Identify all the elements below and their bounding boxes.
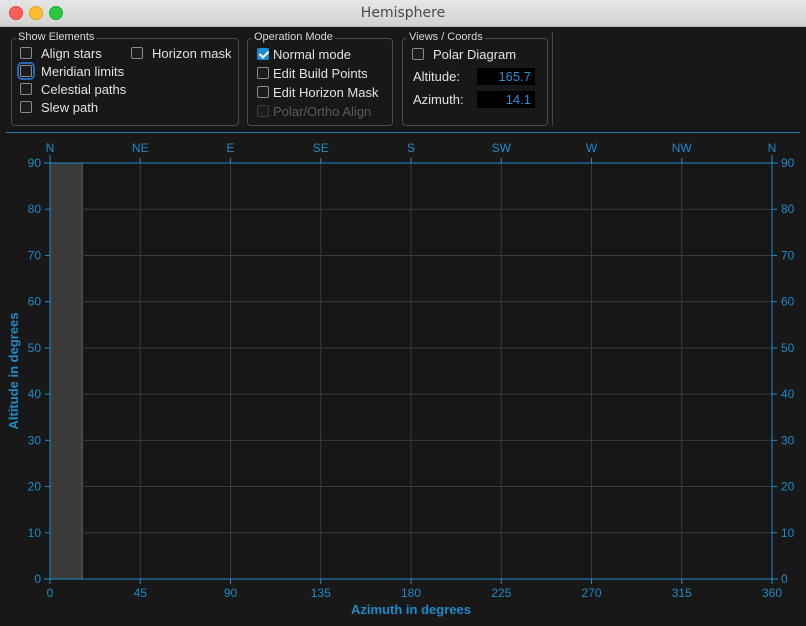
celestial-paths-box[interactable] <box>20 83 32 95</box>
horizon-mask-box[interactable] <box>131 47 143 59</box>
slew-path-checkbox[interactable]: Slew path <box>20 98 98 116</box>
polar-ortho-align-label: Polar/Ortho Align <box>273 103 372 119</box>
compass-label: SE <box>313 141 329 155</box>
compass-label: NW <box>672 141 693 155</box>
y-tick-label-right: 0 <box>781 572 788 586</box>
normal-mode-box[interactable] <box>257 48 269 60</box>
y-tick-label-right: 40 <box>781 387 795 401</box>
y-tick-label-right: 90 <box>781 156 795 170</box>
x-tick-label: 90 <box>224 586 238 600</box>
operation-mode-title: Operation Mode <box>252 31 335 43</box>
toolbar-separator <box>6 132 800 133</box>
y-tick-label-left: 40 <box>28 387 42 401</box>
compass-label: N <box>768 141 777 155</box>
x-tick-label: 0 <box>47 586 54 600</box>
y-axis-title: Altitude in degrees <box>6 312 21 429</box>
title-bar: Hemisphere <box>0 0 806 27</box>
x-tick-label: 270 <box>581 586 601 600</box>
y-tick-label-right: 20 <box>781 480 795 494</box>
x-tick-label: 135 <box>311 586 331 600</box>
polar-diagram-box[interactable] <box>412 48 424 60</box>
azimuth-value: 14.1 <box>477 91 535 108</box>
edit-build-points-checkbox[interactable]: Edit Build Points <box>257 64 368 82</box>
y-tick-label-right: 80 <box>781 202 795 216</box>
edit-build-points-label: Edit Build Points <box>273 65 368 81</box>
compass-label: W <box>586 141 598 155</box>
altitude-value: 165.7 <box>477 68 535 85</box>
compass-label: NE <box>132 141 149 155</box>
y-tick-label-left: 60 <box>28 295 42 309</box>
y-tick-label-right: 60 <box>781 295 795 309</box>
y-tick-label-right: 70 <box>781 248 795 262</box>
show-elements-title: Show Elements <box>16 31 97 43</box>
hemisphere-window: Hemisphere Show Elements Align stars Hor… <box>0 0 806 626</box>
align-stars-checkbox[interactable]: Align stars <box>20 44 102 62</box>
compass-label: N <box>46 141 55 155</box>
plot-area <box>50 163 772 579</box>
views-coords-title: Views / Coords <box>407 31 485 43</box>
meridian-limits-label: Meridian limits <box>41 63 125 79</box>
edit-horizon-mask-label: Edit Horizon Mask <box>273 84 379 100</box>
y-tick-label-right: 50 <box>781 341 795 355</box>
edit-build-points-box[interactable] <box>257 67 269 79</box>
normal-mode-label: Normal mode <box>273 46 352 62</box>
x-tick-label: 180 <box>401 586 421 600</box>
y-tick-label-left: 50 <box>28 341 42 355</box>
celestial-paths-label: Celestial paths <box>41 81 127 97</box>
polar-ortho-align-checkbox: Polar/Ortho Align <box>257 102 371 120</box>
compass-label: S <box>407 141 415 155</box>
altitude-label: Altitude: <box>413 69 460 84</box>
window-title: Hemisphere <box>360 5 446 21</box>
meridian-limits-checkbox[interactable]: Meridian limits <box>17 62 125 80</box>
x-tick-label: 225 <box>491 586 511 600</box>
align-stars-label: Align stars <box>41 45 102 61</box>
y-tick-label-left: 30 <box>28 433 42 447</box>
slew-path-box[interactable] <box>20 101 32 113</box>
edit-horizon-mask-box[interactable] <box>257 86 269 98</box>
y-tick-label-left: 90 <box>28 156 42 170</box>
y-tick-label-left: 70 <box>28 248 42 262</box>
azimuth-label: Azimuth: <box>413 92 464 107</box>
polar-diagram-label: Polar Diagram <box>433 46 517 62</box>
slew-path-label: Slew path <box>41 99 99 115</box>
meridian-band <box>50 163 83 579</box>
compass-label: SW <box>492 141 512 155</box>
x-axis-title: Azimuth in degrees <box>351 602 471 617</box>
compass-label: E <box>226 141 234 155</box>
polar-ortho-align-box <box>257 105 269 117</box>
y-tick-label-right: 30 <box>781 433 795 447</box>
y-tick-label-left: 0 <box>34 572 41 586</box>
meridian-limits-box[interactable] <box>17 62 35 80</box>
y-tick-label-left: 80 <box>28 202 42 216</box>
align-stars-box[interactable] <box>20 47 32 59</box>
x-tick-label: 315 <box>672 586 692 600</box>
y-tick-label-left: 10 <box>28 526 42 540</box>
y-tick-label-left: 20 <box>28 480 42 494</box>
x-tick-label: 45 <box>134 586 148 600</box>
toolbar-divider <box>552 32 553 126</box>
polar-diagram-checkbox[interactable]: Polar Diagram <box>412 45 516 63</box>
x-tick-label: 360 <box>762 586 782 600</box>
y-tick-label-right: 10 <box>781 526 795 540</box>
normal-mode-checkbox[interactable]: Normal mode <box>257 45 351 63</box>
celestial-paths-checkbox[interactable]: Celestial paths <box>20 80 126 98</box>
edit-horizon-mask-checkbox[interactable]: Edit Horizon Mask <box>257 83 378 101</box>
horizon-mask-checkbox[interactable]: Horizon mask <box>131 44 231 62</box>
horizon-mask-label: Horizon mask <box>152 45 232 61</box>
